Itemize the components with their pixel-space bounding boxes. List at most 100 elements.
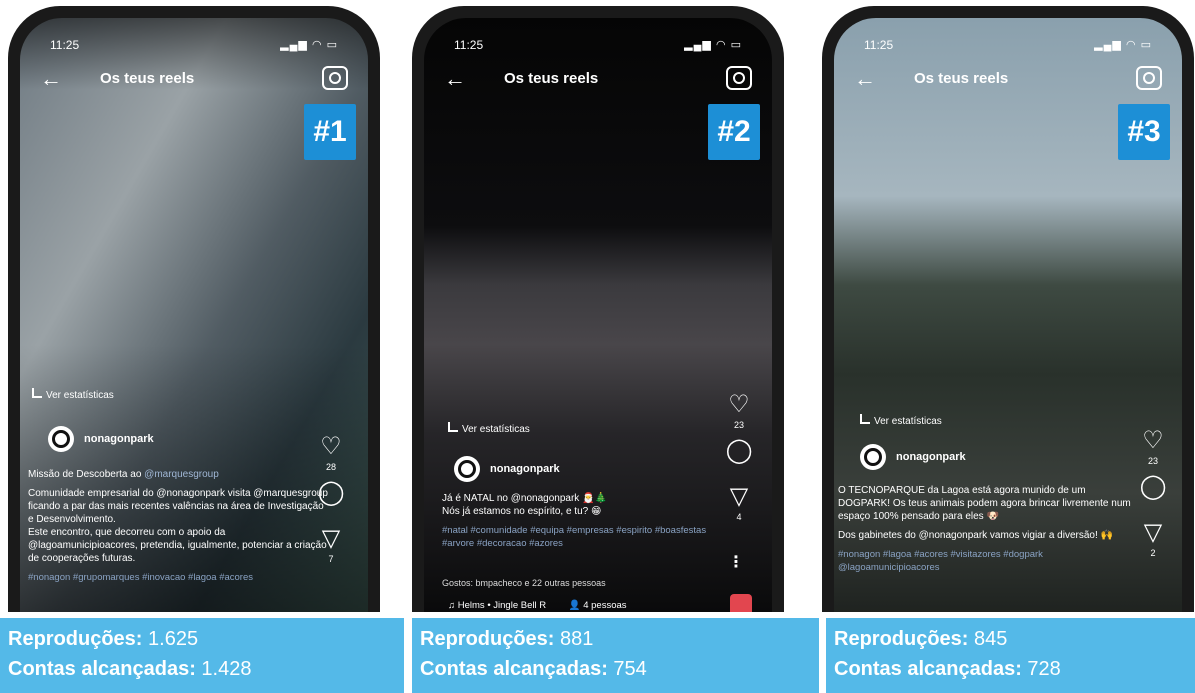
- reel-rank-badge: #1: [304, 104, 356, 160]
- caption-line-2: Nós já estamos no espírito, e tu? 😁: [442, 506, 602, 517]
- reach-line: Contas alcançadas: 1.428: [8, 658, 251, 681]
- hashtags[interactable]: #nonagon #lagoa #acores #visitazores #do…: [838, 548, 1138, 574]
- phone-reel-3: 11:25 ▂▄▆ ◠ ▭ ← Os teus reels #3 Ver est…: [822, 6, 1194, 612]
- reach-value: 754: [613, 658, 647, 680]
- audio-title[interactable]: Helms • Jingle Bell R: [458, 600, 546, 611]
- music-note-icon: ♫: [448, 600, 458, 611]
- view-stats-label: Ver estatísticas: [46, 390, 114, 401]
- heart-icon[interactable]: ♡: [316, 434, 346, 460]
- more-options-icon[interactable]: ⋮: [728, 552, 744, 572]
- status-bar: 11:25 ▂▄▆ ◠ ▭: [50, 38, 338, 56]
- username[interactable]: nonagonpark: [896, 451, 966, 463]
- audio-row[interactable]: ♫ Helms • Jingle Bell R 👤 4 pessoas: [448, 600, 627, 611]
- bar-chart-icon: [860, 414, 870, 424]
- reels-header: ← Os teus reels: [854, 66, 1166, 96]
- signal-wifi-battery-icon: ▂▄▆ ◠ ▭: [280, 39, 338, 51]
- plays-value: 881: [560, 628, 594, 650]
- audio-thumbnail[interactable]: [730, 594, 752, 612]
- likes-count: 28: [325, 462, 336, 472]
- likes-count: 23: [1147, 456, 1158, 466]
- reels-header: ← Os teus reels: [444, 66, 756, 96]
- comment-icon[interactable]: ◯: [1138, 474, 1168, 500]
- reach-line: Contas alcançadas: 754: [420, 658, 647, 681]
- reel-rank-badge: #3: [1118, 104, 1170, 160]
- likes-count: 23: [733, 420, 744, 430]
- reach-label: Contas alcançadas:: [8, 658, 196, 680]
- action-column: ♡ 23 ◯ ▽ 2: [1138, 428, 1168, 566]
- reach-line: Contas alcançadas: 728: [834, 658, 1061, 681]
- phone-reel-1: 11:25 ▂▄▆ ◠ ▭ ← Os teus reels #1 Ver est…: [8, 6, 380, 612]
- comment-spacer: [1138, 500, 1168, 520]
- caption: Missão de Descoberta ao @marquesgroup Co…: [28, 468, 328, 590]
- plays-line: Reproduções: 1.625: [8, 628, 198, 651]
- hashtags[interactable]: #nonagon #grupomarques #inovacao #lagoa …: [28, 571, 328, 584]
- camera-icon[interactable]: [1136, 66, 1162, 90]
- avatar[interactable]: [454, 456, 480, 482]
- bar-chart-icon: [32, 388, 42, 398]
- back-arrow-icon[interactable]: ←: [854, 66, 876, 92]
- comment-icon[interactable]: ◯: [724, 438, 754, 464]
- action-column: ♡ 28 ◯ ▽ 7: [316, 434, 346, 572]
- action-column: ♡ 23 ◯ ▽ 4: [724, 392, 754, 530]
- profile-row[interactable]: nonagonpark: [860, 444, 966, 470]
- signal-wifi-battery-icon: ▂▄▆ ◠ ▭: [1094, 39, 1152, 51]
- plays-label: Reproduções:: [8, 628, 143, 650]
- bar-chart-icon: [448, 422, 458, 432]
- profile-row[interactable]: nonagonpark: [48, 426, 154, 452]
- reels-header: ← Os teus reels: [40, 66, 352, 96]
- audio-people[interactable]: 4 pessoas: [583, 600, 626, 611]
- status-bar: 11:25 ▂▄▆ ◠ ▭: [864, 38, 1152, 56]
- plays-value: 845: [974, 628, 1008, 650]
- send-icon[interactable]: ▽: [316, 526, 346, 552]
- avatar[interactable]: [48, 426, 74, 452]
- page-title: Os teus reels: [100, 70, 195, 87]
- status-time: 11:25: [50, 38, 80, 52]
- reach-value: 728: [1027, 658, 1061, 680]
- hashtags[interactable]: #natal #comunidade #equipa #empresas #es…: [442, 524, 732, 550]
- back-arrow-icon[interactable]: ←: [444, 66, 466, 92]
- send-icon[interactable]: ▽: [1138, 520, 1168, 546]
- back-arrow-icon[interactable]: ←: [40, 66, 62, 92]
- camera-icon[interactable]: [322, 66, 348, 90]
- reel-rank-badge: #2: [708, 104, 760, 160]
- view-stats-label: Ver estatísticas: [874, 416, 942, 427]
- view-stats-label: Ver estatísticas: [462, 424, 530, 435]
- view-stats-link[interactable]: Ver estatísticas: [448, 422, 530, 435]
- share-count: 2: [1150, 548, 1156, 558]
- heart-icon[interactable]: ♡: [724, 392, 754, 418]
- caption-line-1: O TECNOPARQUE da Lagoa está agora munido…: [838, 485, 1131, 522]
- liked-by-line[interactable]: Gostos: bmpacheco e 22 outras pessoas: [442, 578, 606, 588]
- reel-video-1[interactable]: 11:25 ▂▄▆ ◠ ▭ ← Os teus reels #1 Ver est…: [20, 18, 368, 612]
- reach-label: Contas alcançadas:: [834, 658, 1022, 680]
- comment-icon[interactable]: ◯: [316, 480, 346, 506]
- profile-row[interactable]: nonagonpark: [454, 456, 560, 482]
- reel-video-2[interactable]: 11:25 ▂▄▆ ◠ ▭ ← Os teus reels #2 Ver est…: [424, 18, 772, 612]
- reach-label: Contas alcançadas:: [420, 658, 608, 680]
- share-count: 4: [736, 512, 742, 522]
- status-time: 11:25: [864, 38, 894, 52]
- plays-label: Reproduções:: [834, 628, 969, 650]
- username[interactable]: nonagonpark: [490, 463, 560, 475]
- avatar[interactable]: [860, 444, 886, 470]
- reel-1-metrics: Reproduções: 1.625 Contas alcançadas: 1.…: [0, 618, 404, 693]
- view-stats-link[interactable]: Ver estatísticas: [860, 414, 942, 427]
- caption-body-2: Este encontro, que decorreu com o apoio …: [28, 527, 327, 564]
- username[interactable]: nonagonpark: [84, 433, 154, 445]
- reach-value: 1.428: [201, 658, 252, 680]
- person-icon: 👤: [568, 600, 584, 611]
- camera-icon[interactable]: [726, 66, 752, 90]
- reel-2-metrics: Reproduções: 881 Contas alcançadas: 754: [412, 618, 819, 693]
- status-bar: 11:25 ▂▄▆ ◠ ▭: [454, 38, 742, 56]
- caption-line-2: Dos gabinetes do @nonagonpark vamos vigi…: [838, 530, 1113, 541]
- reel-video-3[interactable]: 11:25 ▂▄▆ ◠ ▭ ← Os teus reels #3 Ver est…: [834, 18, 1182, 612]
- caption-mention[interactable]: @marquesgroup: [144, 469, 219, 480]
- plays-value: 1.625: [148, 628, 199, 650]
- share-count: 7: [328, 554, 334, 564]
- caption-line-1: Já é NATAL no @nonagonpark 🎅🎄: [442, 493, 607, 504]
- send-icon[interactable]: ▽: [724, 484, 754, 510]
- heart-icon[interactable]: ♡: [1138, 428, 1168, 454]
- status-time: 11:25: [454, 38, 484, 52]
- plays-line: Reproduções: 845: [834, 628, 1007, 651]
- view-stats-link[interactable]: Ver estatísticas: [32, 388, 114, 401]
- caption-title: Missão de Descoberta ao: [28, 469, 145, 480]
